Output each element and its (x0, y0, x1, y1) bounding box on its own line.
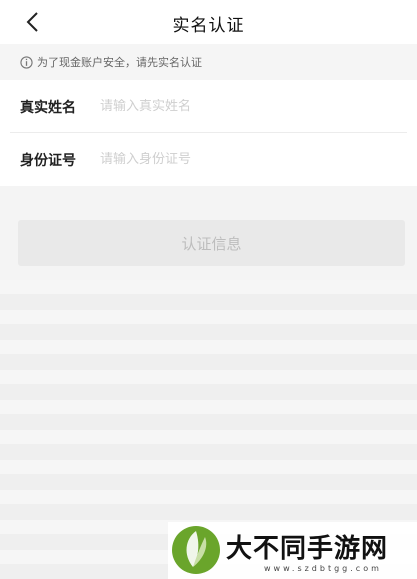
nav-bar: 实名认证 (0, 0, 417, 44)
id-number-row: 身份证号 (0, 133, 417, 186)
verify-button[interactable]: 认证信息 (18, 220, 405, 266)
notice-bar: 为了现金账户安全，请先实名认证 (0, 44, 417, 80)
id-number-input[interactable] (100, 152, 417, 167)
leaf-logo-icon (172, 526, 220, 574)
real-name-row: 真实姓名 (0, 80, 417, 133)
real-name-input[interactable] (100, 99, 417, 114)
info-icon (20, 55, 33, 69)
watermark: 大不同手游网 www.szdbtgg.com (168, 522, 417, 579)
watermark-url: www.szdbtgg.com (264, 564, 382, 573)
verification-form: 真实姓名 身份证号 (0, 80, 417, 186)
id-number-label: 身份证号 (20, 152, 76, 169)
notice-text: 为了现金账户安全，请先实名认证 (37, 56, 202, 69)
real-name-label: 真实姓名 (20, 99, 76, 116)
page-title: 实名认证 (172, 16, 245, 36)
watermark-text: 大不同手游网 (226, 534, 389, 564)
